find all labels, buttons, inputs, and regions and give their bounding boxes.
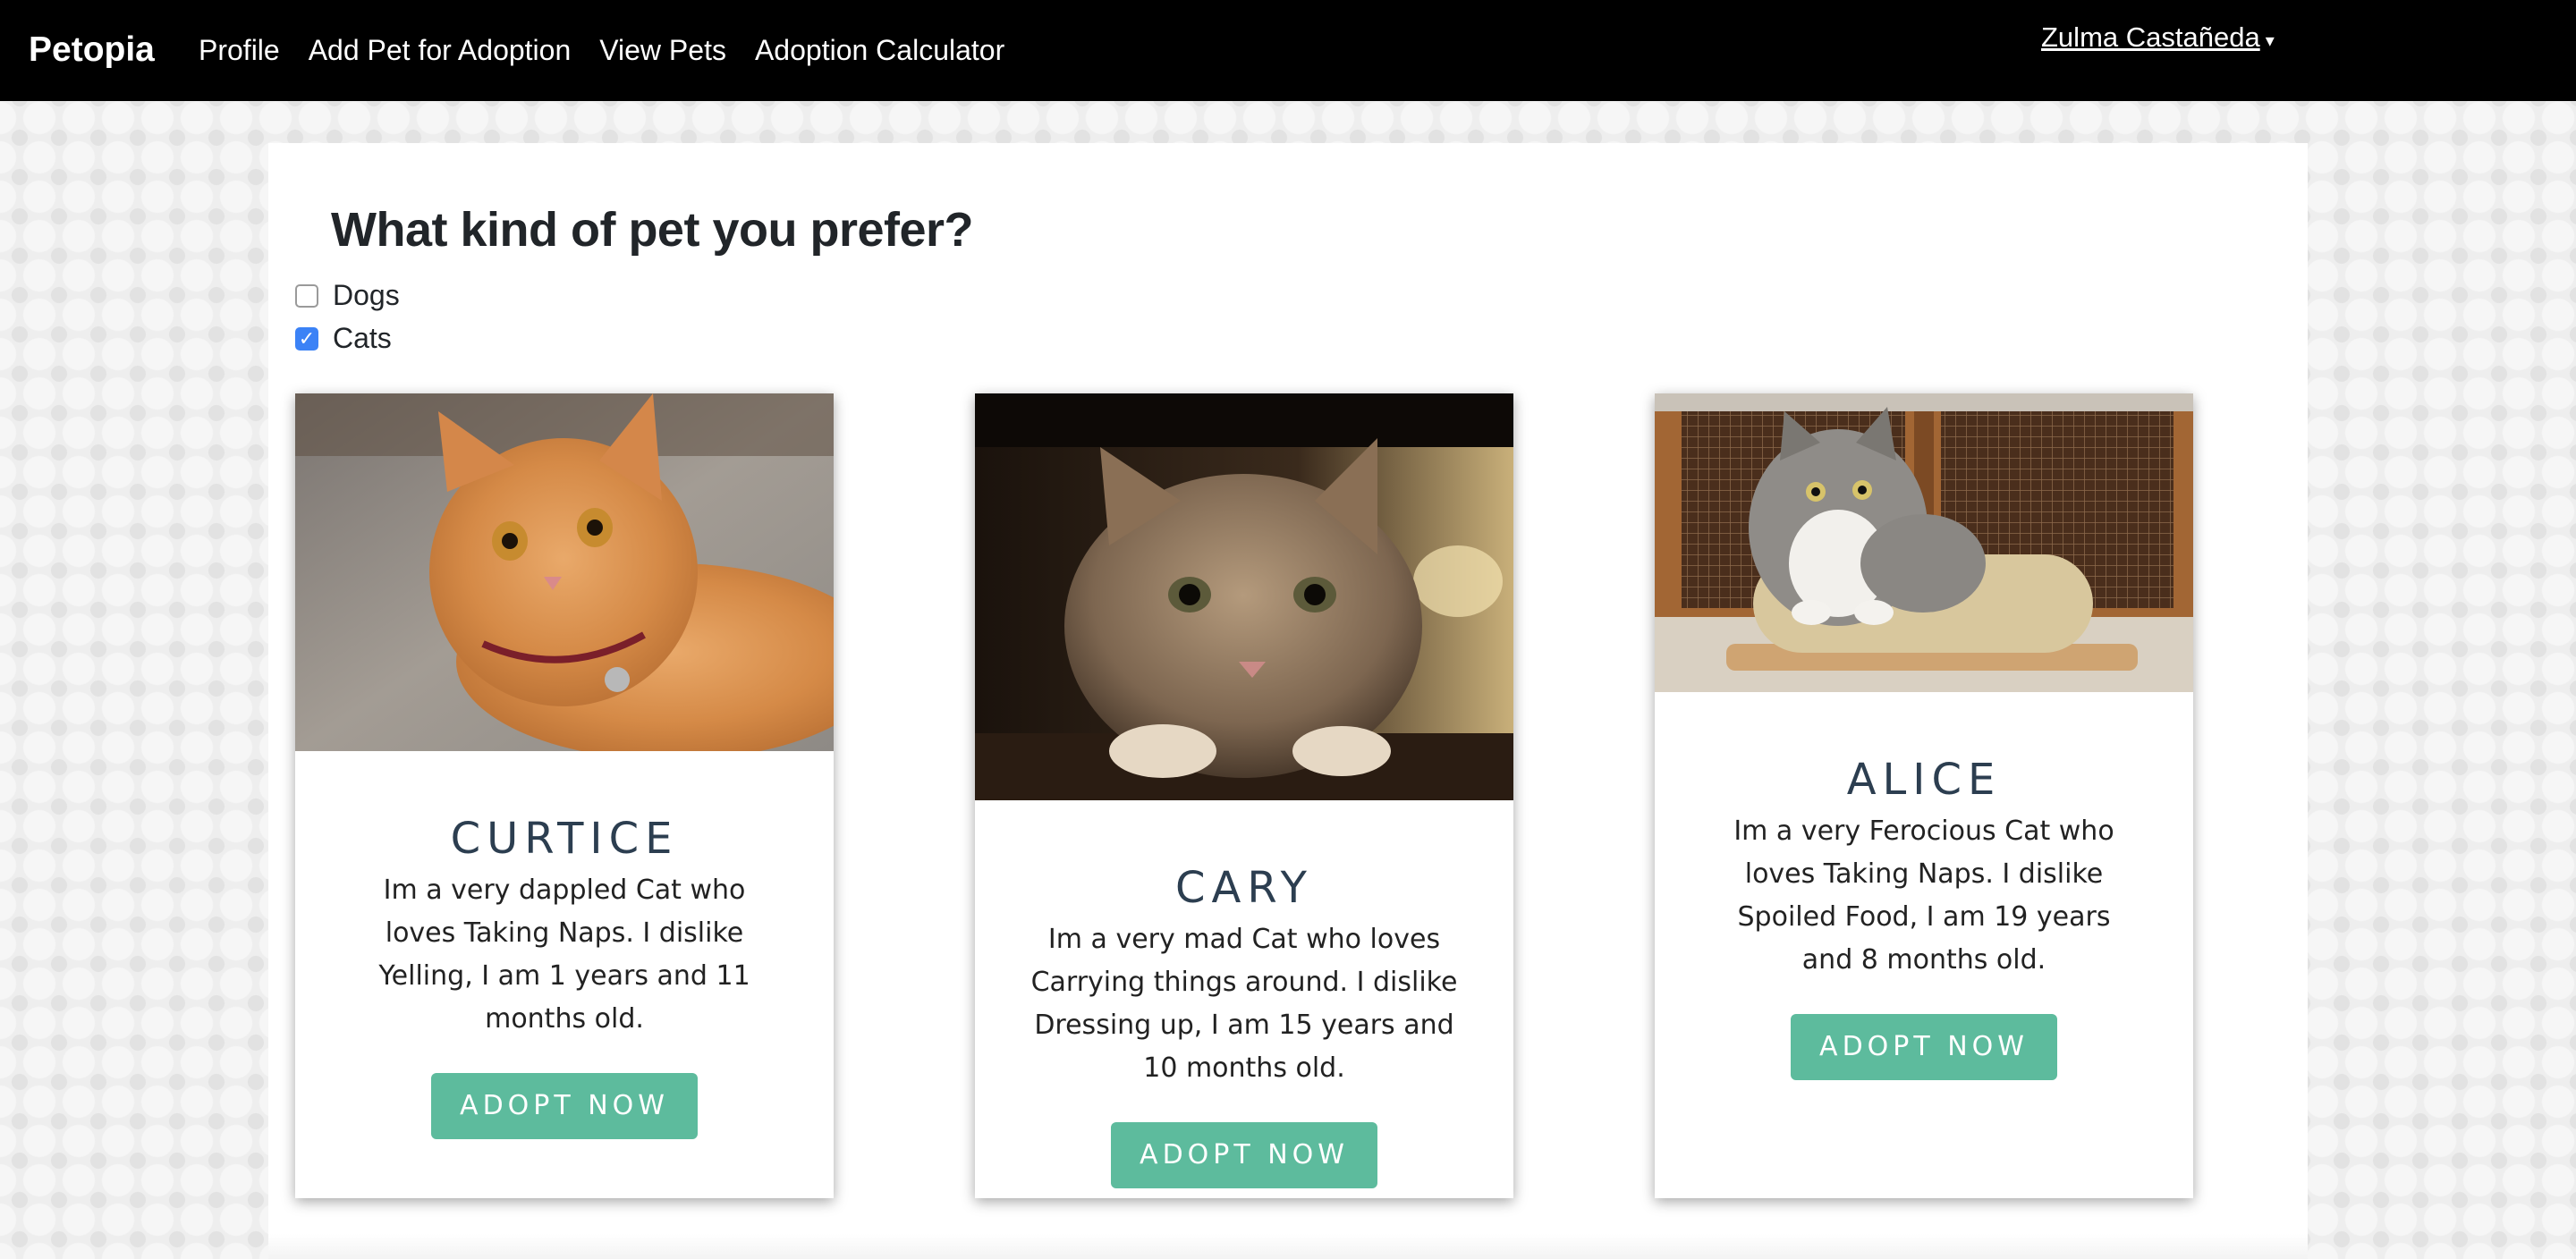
nav-link-view-pets[interactable]: View Pets: [599, 34, 726, 67]
top-navbar: Petopia Profile Add Pet for Adoption Vie…: [0, 0, 2576, 101]
pet-description: Im a very Ferocious Cat who loves Taking…: [1733, 815, 2114, 976]
pet-name: CURTICE: [450, 814, 679, 864]
caret-down-icon: ▾: [2265, 31, 2275, 51]
adopt-now-button[interactable]: ADOPT NOW: [1111, 1122, 1377, 1188]
user-menu-dropdown[interactable]: Zulma Castañeda ▾: [2041, 21, 2275, 54]
filter-option-dogs[interactable]: Dogs: [295, 279, 400, 312]
main-container: What kind of pet you prefer? Dogs ✓ Cats: [268, 143, 2308, 1259]
pet-photo: [975, 393, 1513, 800]
pet-description: Im a very dappled Cat who loves Taking N…: [378, 875, 750, 1035]
pet-card: CARY Im a very mad Cat who loves Carryin…: [975, 393, 1513, 1198]
pet-description: Im a very mad Cat who loves Carrying thi…: [1030, 924, 1458, 1084]
pet-card: CURTICE Im a very dappled Cat who loves …: [295, 393, 834, 1198]
dogs-label: Dogs: [333, 279, 400, 311]
nav-links: Profile Add Pet for Adoption View Pets A…: [199, 34, 1033, 67]
filter-option-cats[interactable]: ✓ Cats: [295, 322, 392, 355]
pet-photo: [1655, 393, 2193, 692]
brand-logo[interactable]: Petopia: [29, 30, 155, 70]
container-bottom-edge: [268, 1234, 2308, 1259]
user-name: Zulma Castañeda: [2041, 21, 2260, 53]
pet-name: ALICE: [1846, 755, 2002, 805]
nav-link-profile[interactable]: Profile: [199, 34, 280, 67]
nav-link-add-pet[interactable]: Add Pet for Adoption: [309, 34, 572, 67]
pet-photo: [295, 393, 834, 751]
adopt-now-button[interactable]: ADOPT NOW: [431, 1073, 698, 1139]
pet-name: CARY: [1175, 863, 1313, 913]
cats-checkbox[interactable]: ✓: [295, 326, 318, 351]
nav-link-adoption-calculator[interactable]: Adoption Calculator: [755, 34, 1004, 67]
adopt-now-button[interactable]: ADOPT NOW: [1791, 1014, 2057, 1080]
cats-label: Cats: [333, 322, 392, 354]
dogs-checkbox[interactable]: [295, 283, 318, 308]
pet-card: ALICE Im a very Ferocious Cat who loves …: [1655, 393, 2193, 1198]
pet-preference-heading: What kind of pet you prefer?: [331, 203, 974, 257]
